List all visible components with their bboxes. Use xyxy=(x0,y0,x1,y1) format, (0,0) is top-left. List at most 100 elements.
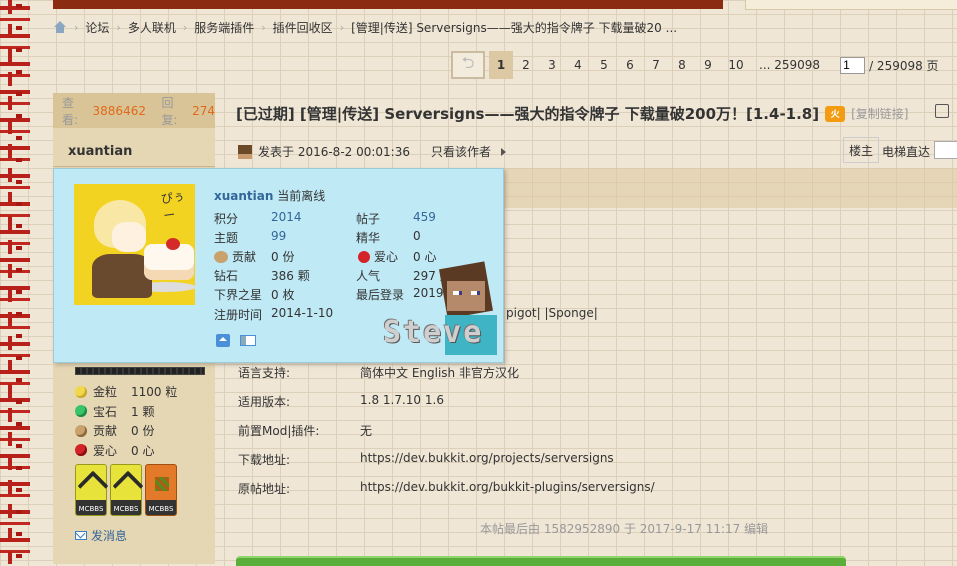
breadcrumb: › 论坛 › 多人联机 › 服务端插件 › 插件回收区 › [管理|传送] Se… xyxy=(53,19,677,35)
breadcrumb-item-multiplayer[interactable]: 多人联机 xyxy=(128,19,176,36)
thread-title: [已过期] [管理|传送] Serversigns——强大的指令牌子 下载量破2… xyxy=(236,103,908,124)
top-banner xyxy=(53,0,723,9)
page-7[interactable]: 7 xyxy=(643,51,669,79)
avatar-strawberry xyxy=(166,238,180,250)
only-author-link[interactable]: 只看该作者 xyxy=(431,143,491,160)
field-label: 爱心 xyxy=(374,250,399,264)
info-label: 语言支持: xyxy=(238,366,291,380)
field-label: 精华 xyxy=(356,231,381,245)
stat-label: 贡献 xyxy=(93,424,118,439)
thread-stats: 查看: 3886462 回复: 274 xyxy=(53,93,215,128)
medal-label: MCBBS xyxy=(148,505,174,513)
page-10[interactable]: 10 xyxy=(721,51,751,79)
stat-value: 0 心 xyxy=(131,443,155,458)
field-value: 0 心 xyxy=(413,250,437,264)
card-username-link[interactable]: xuantian xyxy=(214,189,273,203)
cookie-icon xyxy=(214,251,228,263)
stat-gem: 宝石 1 颗 xyxy=(75,402,177,422)
back-arrow-icon: ⮌ xyxy=(461,52,475,72)
send-message-link[interactable]: 发消息 xyxy=(75,527,127,544)
author-name[interactable]: xuantian xyxy=(68,144,132,159)
stat-gold: 金粒 1100 粒 xyxy=(75,382,177,402)
info-value: 1.8 1.7.10 1.6 xyxy=(360,393,444,407)
field-label: 钻石 xyxy=(214,269,239,283)
download-link[interactable]: https://dev.bukkit.org/projects/serversi… xyxy=(360,451,614,465)
medal-pickaxe[interactable]: MCBBS xyxy=(75,464,109,516)
avatar[interactable]: ぴぅー xyxy=(74,184,195,305)
breadcrumb-item-server-plugins[interactable]: 服务端插件 xyxy=(194,19,254,36)
stat-value: 1100 粒 xyxy=(131,385,178,400)
page-last[interactable]: ... 259098 xyxy=(751,58,828,72)
field-value: 0 xyxy=(413,229,421,243)
page-4[interactable]: 4 xyxy=(565,51,591,79)
stat-label: 爱心 xyxy=(93,443,118,458)
original-post-link[interactable]: https://dev.bukkit.org/bukkit-plugins/se… xyxy=(360,480,655,494)
cookie-icon xyxy=(75,424,87,437)
info-label: 前置Mod|插件: xyxy=(238,424,320,438)
stat-value: 1 颗 xyxy=(131,404,155,419)
medal-pickaxe[interactable]: MCBBS xyxy=(110,464,144,516)
page-5[interactable]: 5 xyxy=(591,51,617,79)
page-9[interactable]: 9 xyxy=(695,51,721,79)
stat-value: 0 份 xyxy=(131,424,155,439)
profile-card-icon[interactable] xyxy=(240,335,256,346)
steve-eye xyxy=(471,291,477,295)
hot-icon: 火 xyxy=(825,105,846,122)
stat-label: 金粒 xyxy=(93,385,118,400)
page-2[interactable]: 2 xyxy=(513,51,539,79)
medal-label: MCBBS xyxy=(78,505,104,513)
floor-label[interactable]: 楼主 xyxy=(843,137,879,163)
mail-icon xyxy=(75,531,87,540)
page-1[interactable]: 1 xyxy=(489,51,513,79)
views-label: 查看: xyxy=(62,95,79,127)
field-label: 人气 xyxy=(356,269,381,283)
floor-jump-label: 电梯直达 xyxy=(882,145,931,159)
page-3[interactable]: 3 xyxy=(539,51,565,79)
steve-image: Steve xyxy=(383,261,501,361)
field-value: 386 颗 xyxy=(271,269,310,283)
info-label: 原帖地址: xyxy=(238,482,291,496)
field-label: 贡献 xyxy=(232,250,257,264)
home-icon[interactable] xyxy=(53,21,67,33)
breadcrumb-item-forum[interactable]: 论坛 xyxy=(85,19,109,36)
floor-jump-input[interactable] xyxy=(934,141,957,159)
author-stats: 金粒 1100 粒 宝石 1 颗 贡献 0 份 爱心 0 心 xyxy=(75,382,177,460)
breadcrumb-separator: › xyxy=(116,20,121,34)
field-value[interactable]: 459 xyxy=(413,210,436,224)
views-count: 3886462 xyxy=(92,103,146,118)
info-value: 简体中文 English 非官方汉化 xyxy=(360,366,519,380)
online-status-icon xyxy=(238,144,252,159)
field-label: 注册时间 xyxy=(214,308,263,322)
back-to-list-button[interactable]: ⮌ xyxy=(451,51,485,79)
avatar-face xyxy=(112,222,146,252)
info-value: 无 xyxy=(360,424,373,438)
page-6[interactable]: 6 xyxy=(617,51,643,79)
page-jump-input[interactable] xyxy=(840,56,866,74)
field-value[interactable]: 99 xyxy=(271,229,286,243)
post-meta: 发表于 2016-8-2 00:01:36 只看该作者 xyxy=(238,143,507,160)
medal-label: MCBBS xyxy=(113,505,139,513)
post-header-band xyxy=(504,168,957,208)
top-right-panel xyxy=(745,0,957,10)
gold-nugget-icon xyxy=(75,385,87,398)
pickaxe-icon xyxy=(77,470,109,502)
home-icon[interactable] xyxy=(216,334,230,347)
heart-icon xyxy=(75,444,87,457)
copy-link-button[interactable]: [复制链接] xyxy=(851,105,908,122)
decorative-chain-border xyxy=(0,0,30,564)
field-label: 主题 xyxy=(214,231,239,245)
info-label: 适用版本: xyxy=(238,395,291,409)
print-icon[interactable] xyxy=(935,104,949,118)
field-label: 下界之星 xyxy=(214,288,263,302)
emerald-icon xyxy=(75,405,87,418)
breadcrumb-item-plugin-recycle[interactable]: 插件回收区 xyxy=(273,19,333,36)
info-label: 下载地址: xyxy=(238,453,291,467)
bottom-green-bar xyxy=(236,556,846,566)
page-8[interactable]: 8 xyxy=(669,51,695,79)
breadcrumb-item-thread[interactable]: [管理|传送] Serversigns——强大的指令牌子 下载量破20 ... xyxy=(351,19,677,36)
avatar-text: ぴぅー xyxy=(160,189,186,224)
replies-count: 274 xyxy=(192,103,215,118)
field-value[interactable]: 2014 xyxy=(271,210,302,224)
medal-seeds[interactable]: MCBBS xyxy=(145,464,177,516)
pickaxe-icon xyxy=(112,470,144,502)
